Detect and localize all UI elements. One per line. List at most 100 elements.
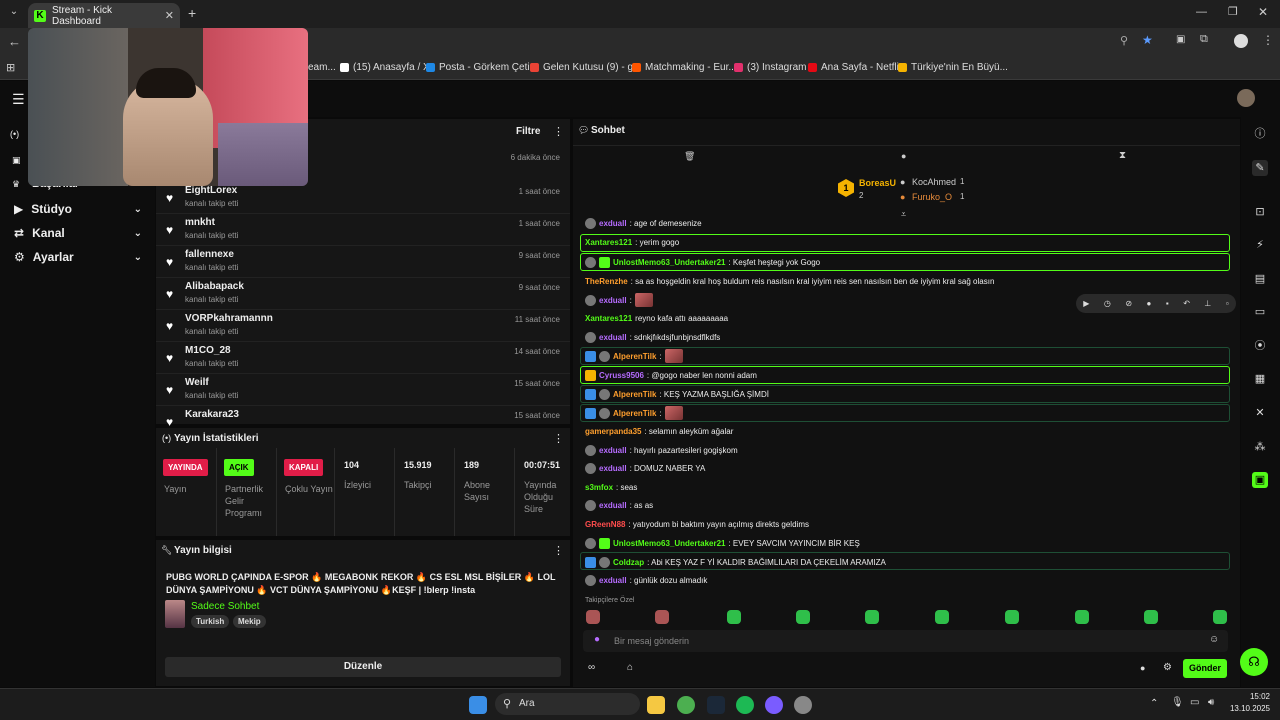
app-icon[interactable]: ▣ bbox=[1252, 472, 1268, 488]
nodes-icon[interactable]: ⁂ bbox=[1252, 439, 1268, 455]
chat-username[interactable]: Cyruss9506 bbox=[599, 371, 644, 380]
chat-message[interactable]: gamerpanda35: selamın aleyküm ağalar bbox=[585, 424, 733, 438]
chevron-up-icon[interactable]: ⌃ bbox=[1150, 698, 1158, 709]
chat-username[interactable]: AlperenTilk bbox=[613, 390, 656, 399]
chat-username[interactable]: TheRenzhe bbox=[585, 277, 628, 286]
mute-icon[interactable]: ⊘ bbox=[1125, 299, 1132, 308]
list-item[interactable]: ♥ Weilf kanalı takip etti 15 saat önce bbox=[156, 374, 570, 406]
app-icon[interactable] bbox=[794, 696, 812, 714]
chat-message[interactable]: exduall: as as bbox=[585, 498, 653, 512]
chat-message[interactable]: exduall: günlük dozu almadık bbox=[585, 573, 707, 587]
bookmark-item[interactable]: Matchmaking - Eur... bbox=[632, 62, 737, 73]
chat-message[interactable]: exduall: DOMUZ NABER YA bbox=[585, 461, 705, 475]
filter-button[interactable]: Filtre bbox=[516, 126, 540, 137]
chat-message[interactable]: Coldzap: Abi KEŞ YAZ F Yİ KALDIR BAĞIMLI… bbox=[585, 555, 886, 569]
profile-icon[interactable] bbox=[1234, 34, 1248, 48]
bookmark-star-icon[interactable]: ★ bbox=[1142, 33, 1153, 47]
expand-icon[interactable]: ⩡ bbox=[901, 209, 906, 220]
emote-button[interactable] bbox=[1213, 610, 1227, 624]
close-tab-icon[interactable]: ✕ bbox=[165, 9, 174, 22]
clock-icon[interactable]: ◷ bbox=[1104, 299, 1111, 308]
emote-button[interactable] bbox=[727, 610, 741, 624]
chat-icon[interactable]: ● bbox=[1147, 299, 1152, 308]
chat-message[interactable]: exduall: age of demesenize bbox=[585, 216, 702, 230]
document-icon[interactable]: ▤ bbox=[1252, 271, 1268, 287]
microphone-icon[interactable]: 🎙︎ bbox=[1171, 697, 1184, 708]
chat-username[interactable]: AlperenTilk bbox=[613, 352, 656, 361]
list-item[interactable]: ♥ mnkht kanalı takip etti 1 saat önce bbox=[156, 214, 570, 246]
chat-username[interactable]: AlperenTilk bbox=[613, 409, 656, 418]
chat-username[interactable]: exduall bbox=[599, 446, 627, 455]
bookmark-item[interactable]: (3) Instagram bbox=[734, 62, 806, 73]
leaderboard-third-name[interactable]: Furuko_O bbox=[912, 192, 952, 202]
emote-button[interactable] bbox=[586, 610, 600, 624]
zoom-icon[interactable]: ⚲ bbox=[1120, 34, 1128, 47]
chat-username[interactable]: exduall bbox=[599, 501, 627, 510]
emote-button[interactable] bbox=[655, 610, 669, 624]
store-icon[interactable]: ⌂ bbox=[627, 662, 633, 673]
taskbar-search[interactable]: ⚲ Ara bbox=[495, 693, 640, 715]
pencil-icon[interactable]: ✎ bbox=[1252, 160, 1268, 176]
delete-icon[interactable]: ▪ bbox=[1166, 299, 1169, 308]
chat-username[interactable]: Coldzap bbox=[613, 558, 644, 567]
hourglass-icon[interactable]: ⧗ bbox=[1119, 150, 1126, 161]
crop-icon[interactable]: ⊡ bbox=[1252, 204, 1268, 220]
send-button[interactable]: Gönder bbox=[1183, 659, 1227, 678]
chat-message[interactable]: exduall: sdnkjfıkdsjfunbjnsdflkdfs bbox=[585, 330, 720, 344]
chat-username[interactable]: exduall bbox=[599, 219, 627, 228]
undo-icon[interactable]: ↶ bbox=[1183, 299, 1190, 308]
chat-username[interactable]: exduall bbox=[599, 333, 627, 342]
more-options-icon[interactable]: ⋮ bbox=[553, 544, 564, 557]
chat-message[interactable]: TheRenzhe: sa as hoşgeldin kral hoş buld… bbox=[585, 274, 994, 288]
speech-bubble-icon[interactable]: ● bbox=[901, 151, 906, 161]
emote-button[interactable] bbox=[1144, 610, 1158, 624]
pin-icon[interactable]: ⊥ bbox=[1204, 299, 1211, 308]
sidebar-item-studio[interactable]: ▶ Stüdyo ⌄ bbox=[14, 202, 142, 216]
library-icon[interactable]: ▣ bbox=[12, 155, 21, 166]
emoji-icon[interactable]: ☺ bbox=[1209, 634, 1219, 645]
chat-message[interactable]: Cyruss9506: @gogo naber len nonni adam bbox=[585, 368, 757, 382]
tab-kick-dashboard[interactable]: K Stream - Kick Dashboard ✕ bbox=[28, 3, 180, 28]
emote-button[interactable] bbox=[865, 610, 879, 624]
chat-username[interactable]: Xantares121 bbox=[585, 314, 632, 323]
emote-button[interactable] bbox=[1075, 610, 1089, 624]
chat-message[interactable]: AlperenTilk: KEŞ YAZMA BAŞLIĞA ŞİMDİ bbox=[585, 387, 769, 401]
chat-username[interactable]: UnlostMemo63_Undertaker21 bbox=[613, 258, 725, 267]
chat-username[interactable]: exduall bbox=[599, 296, 627, 305]
chat-input[interactable]: ● Bir mesaj gönderin ☺ bbox=[583, 630, 1228, 652]
chat-username[interactable]: GReenN88 bbox=[585, 520, 625, 529]
apps-grid-icon[interactable]: ⊞ bbox=[6, 61, 15, 74]
tag[interactable]: Mekip bbox=[233, 615, 266, 628]
chat-message[interactable]: Xantares121 reyno kafa attı aaaaaaaaa bbox=[585, 311, 728, 325]
bus-icon[interactable]: ▦ bbox=[1252, 371, 1268, 387]
more-options-icon[interactable]: ⋮ bbox=[553, 432, 564, 445]
bookmark-item[interactable]: (15) Anasayfa / X bbox=[340, 62, 430, 73]
file-explorer-icon[interactable] bbox=[647, 696, 665, 714]
discord-icon[interactable] bbox=[765, 696, 783, 714]
emote-button[interactable] bbox=[796, 610, 810, 624]
tab-list-icon[interactable]: ⌄ bbox=[6, 6, 22, 22]
leaderboard-second-name[interactable]: KocAhmed bbox=[912, 177, 956, 187]
chat-message[interactable]: s3mfox: seas bbox=[585, 480, 637, 494]
emote-button[interactable] bbox=[935, 610, 949, 624]
extension-icon[interactable]: ▣ bbox=[1176, 34, 1185, 45]
chat-username[interactable]: s3mfox bbox=[585, 483, 613, 492]
chat-username[interactable]: Xantares121 bbox=[585, 238, 632, 247]
sidebar-item-channel[interactable]: ⇄ Kanal ⌄ bbox=[14, 226, 142, 240]
windows-start-icon[interactable] bbox=[469, 696, 487, 714]
live-icon[interactable]: (•) bbox=[10, 129, 19, 139]
display-icon[interactable]: ▭ bbox=[1190, 697, 1199, 708]
trophy-icon[interactable]: ♛ bbox=[12, 179, 20, 190]
lightning-icon[interactable]: ⚡︎ bbox=[1252, 237, 1268, 253]
clock-time[interactable]: 15:02 bbox=[1226, 692, 1270, 701]
sidebar-item-settings[interactable]: ⚙ Ayarlar ⌄ bbox=[14, 250, 142, 264]
more-options-icon[interactable]: ⋮ bbox=[553, 125, 564, 138]
support-headset-icon[interactable]: ☊ bbox=[1240, 648, 1268, 676]
chat-message[interactable]: GReenN88: yatıyodum bi baktım yayın açıl… bbox=[585, 517, 809, 531]
chat-bubble-icon[interactable]: ● bbox=[1140, 663, 1145, 673]
chat-message[interactable]: AlperenTilk: bbox=[585, 349, 683, 363]
trash-icon[interactable]: ▫ bbox=[1226, 299, 1229, 308]
steam-icon[interactable] bbox=[707, 696, 725, 714]
clock-date[interactable]: 13.10.2025 bbox=[1222, 704, 1270, 713]
category-link[interactable]: Sadece Sohbet bbox=[191, 601, 259, 612]
